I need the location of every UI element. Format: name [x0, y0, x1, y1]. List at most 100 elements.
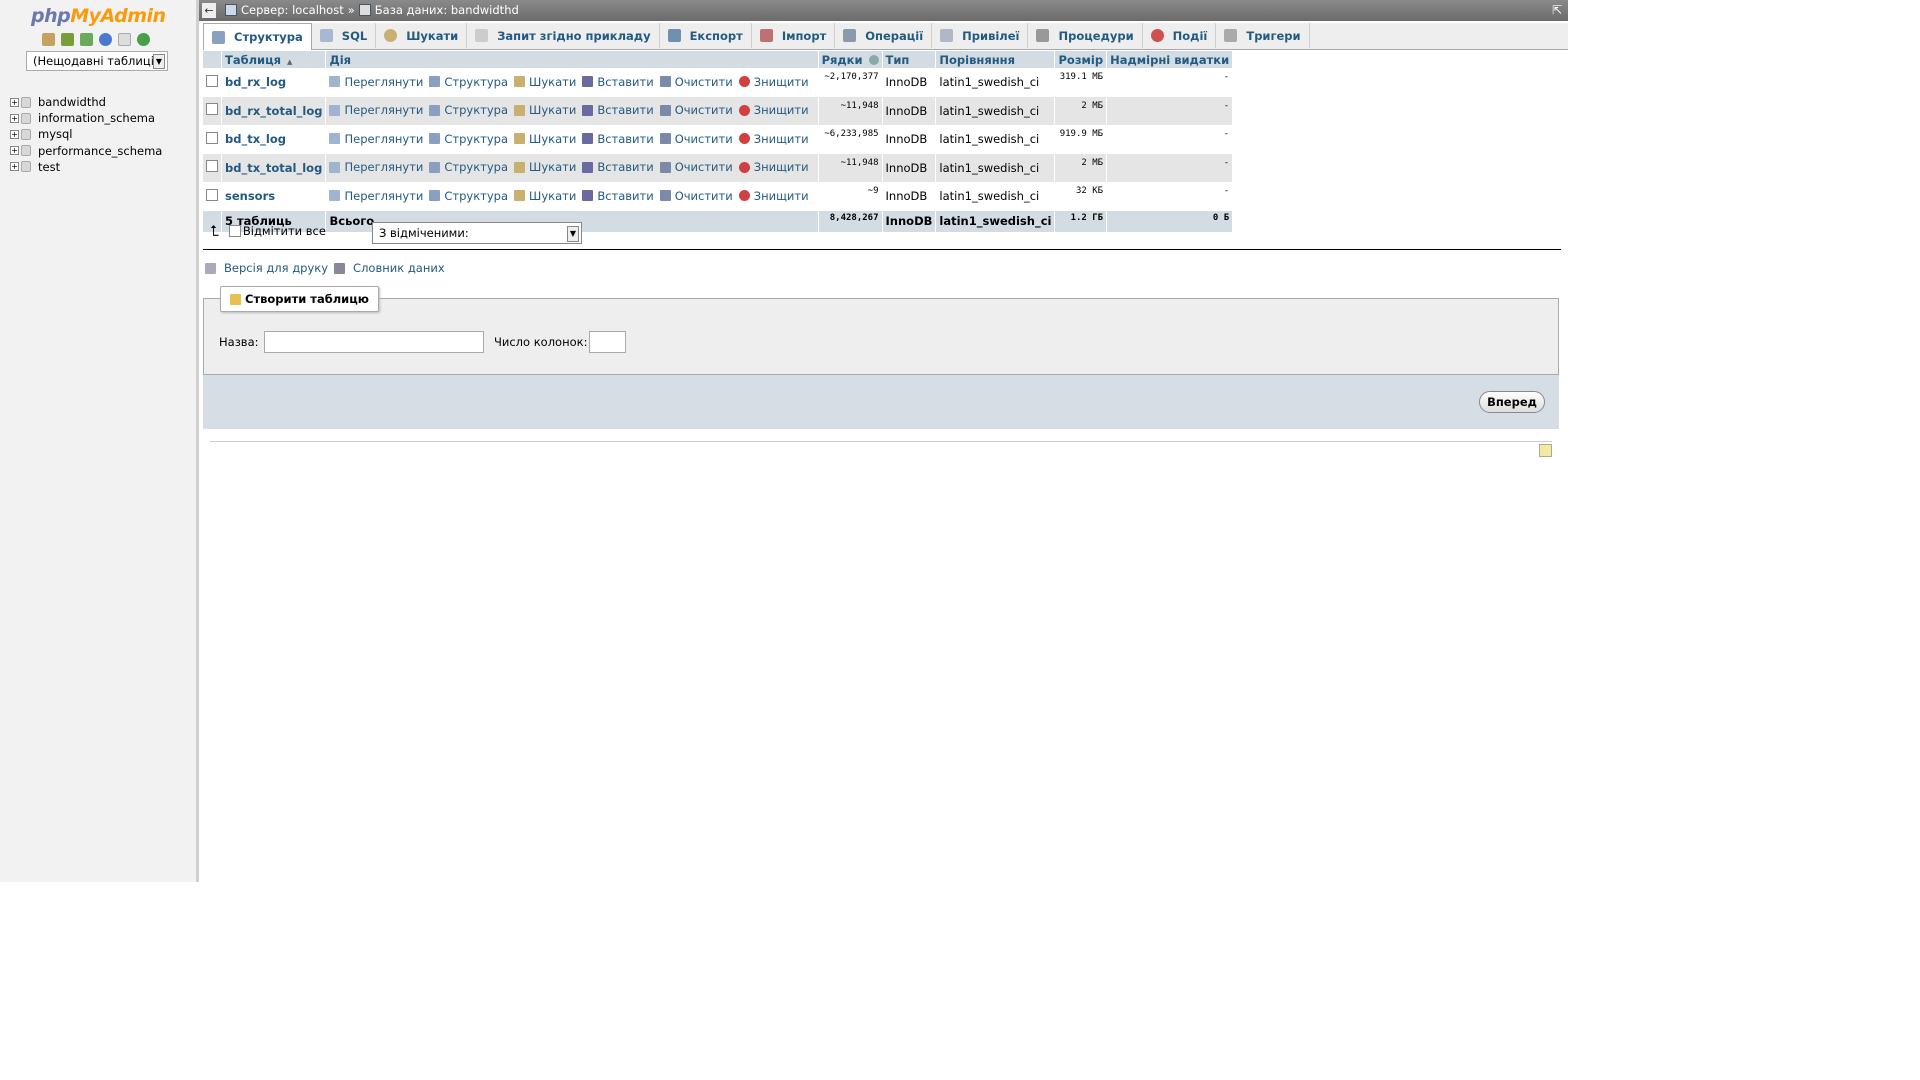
row-checkbox[interactable] — [206, 74, 218, 87]
db-name[interactable]: mysql — [38, 127, 73, 141]
actions-cell: Переглянути Структура Шукати Вставити Очисти… — [325, 96, 819, 125]
data-dictionary-link[interactable]: Словник даних — [353, 261, 445, 275]
empty-link[interactable]: Очистити — [659, 160, 733, 174]
db-item-performance-schema[interactable]: + performance_schema — [10, 143, 162, 159]
search-link[interactable]: Шукати — [514, 103, 576, 117]
tab-triggers[interactable]: Тригери — [1216, 23, 1310, 48]
header-collation[interactable]: Порівняння — [935, 51, 1056, 68]
browse-link[interactable]: Переглянути — [329, 132, 423, 146]
go-button[interactable]: Вперед — [1479, 391, 1545, 413]
db-name[interactable]: test — [38, 160, 60, 174]
num-columns-input[interactable] — [589, 331, 626, 353]
tab-routines[interactable]: Процедури — [1028, 23, 1143, 48]
tab-events[interactable]: Події — [1143, 23, 1217, 48]
expand-icon[interactable]: + — [10, 113, 19, 123]
drop-link[interactable]: Знищити — [738, 103, 809, 117]
db-name[interactable]: bandwidthd — [38, 95, 106, 109]
with-selected-select[interactable]: З відміченими: ▼ — [372, 222, 582, 244]
structure-link[interactable]: Структура — [429, 189, 508, 203]
search-link[interactable]: Шукати — [514, 132, 576, 146]
table-name-link[interactable]: bd_tx_total_log — [225, 161, 322, 175]
table-row: bd_rx_total_log Переглянути Структура Шукат… — [203, 96, 1234, 125]
action-label: Шукати — [529, 131, 577, 146]
insert-link[interactable]: Вставити — [582, 160, 654, 174]
tab-query[interactable]: Запит згідно прикладу — [467, 23, 660, 48]
insert-link[interactable]: Вставити — [582, 189, 654, 203]
phpmyadmin-logo[interactable]: phpMyAdmin — [31, 5, 166, 27]
print-view-link[interactable]: Версія для друку — [224, 261, 328, 275]
table-name-link[interactable]: bd_rx_log — [225, 75, 286, 89]
tab-structure[interactable]: Структура — [203, 23, 312, 50]
insert-link[interactable]: Вставити — [582, 75, 654, 89]
structure-link[interactable]: Структура — [429, 160, 508, 174]
insert-link[interactable]: Вставити — [582, 132, 654, 146]
row-checkbox[interactable] — [206, 160, 218, 173]
search-link[interactable]: Шукати — [514, 189, 576, 203]
action-label: Знищити — [753, 131, 809, 146]
row-checkbox[interactable] — [206, 188, 218, 201]
expand-icon[interactable]: + — [10, 129, 19, 139]
expand-icon[interactable]: + — [10, 162, 19, 172]
expand-icon[interactable]: + — [10, 97, 19, 107]
check-all-label[interactable]: Відмітити все — [243, 224, 326, 238]
row-checkbox[interactable] — [206, 131, 218, 144]
drop-link[interactable]: Знищити — [738, 160, 809, 174]
search-link[interactable]: Шукати — [514, 160, 576, 174]
nav-resizer[interactable] — [196, 0, 199, 882]
row-checkbox[interactable] — [206, 103, 218, 116]
action-label: Шукати — [529, 103, 577, 117]
db-name[interactable]: performance_schema — [38, 144, 162, 158]
table-name-link[interactable]: bd_rx_total_log — [225, 104, 322, 118]
db-item-information-schema[interactable]: + information_schema — [10, 110, 162, 126]
db-name[interactable]: information_schema — [38, 111, 155, 125]
structure-link[interactable]: Структура — [429, 103, 508, 117]
breadcrumb-database[interactable]: База даних: bandwidthd — [375, 3, 519, 17]
recent-tables-select[interactable]: (Нещодавні таблиці) ▼ — [26, 51, 168, 71]
db-item-test[interactable]: + test — [10, 159, 162, 175]
empty-link[interactable]: Очистити — [659, 75, 733, 89]
insert-link[interactable]: Вставити — [582, 103, 654, 117]
console-icon[interactable] — [1539, 444, 1552, 457]
collapse-icon[interactable]: ⇱ — [1552, 3, 1562, 17]
header-size[interactable]: Розмір — [1054, 51, 1108, 68]
browse-link[interactable]: Переглянути — [329, 189, 423, 203]
empty-link[interactable]: Очистити — [659, 132, 733, 146]
tab-sql[interactable]: SQL — [312, 23, 377, 48]
browse-link[interactable]: Переглянути — [329, 75, 423, 89]
search-link[interactable]: Шукати — [514, 75, 576, 89]
empty-link[interactable]: Очистити — [659, 103, 733, 117]
breadcrumb-server[interactable]: Сервер: localhost — [241, 3, 344, 17]
help-icon[interactable] — [868, 55, 879, 65]
docs-icon[interactable] — [118, 33, 131, 46]
help-icon[interactable] — [99, 33, 112, 46]
header-overhead[interactable]: Надмірні видатки — [1106, 51, 1234, 68]
db-item-bandwidthd[interactable]: + bandwidthd — [10, 94, 162, 110]
home-icon[interactable] — [42, 33, 55, 46]
expand-icon[interactable]: + — [10, 146, 19, 156]
drop-link[interactable]: Знищити — [738, 75, 809, 89]
table-name-input[interactable] — [264, 331, 484, 353]
check-all-checkbox[interactable] — [228, 225, 241, 237]
tab-operations[interactable]: Операції — [835, 23, 933, 48]
browse-link[interactable]: Переглянути — [329, 103, 423, 117]
drop-link[interactable]: Знищити — [738, 131, 809, 146]
header-rows[interactable]: Рядки — [818, 51, 883, 68]
browse-link[interactable]: Переглянути — [329, 160, 423, 174]
db-item-mysql[interactable]: + mysql — [10, 126, 162, 142]
structure-link[interactable]: Структура — [429, 75, 508, 89]
tab-export[interactable]: Експорт — [660, 23, 752, 48]
drop-link[interactable]: Знищити — [738, 189, 809, 203]
header-table[interactable]: Таблиця ▲ — [221, 51, 327, 68]
tab-search[interactable]: Шукати — [376, 23, 468, 48]
query-window-icon[interactable] — [80, 33, 93, 46]
collapse-nav-icon[interactable]: ← — [202, 3, 216, 18]
tab-import[interactable]: Імпорт — [752, 23, 836, 48]
empty-link[interactable]: Очистити — [659, 189, 733, 203]
structure-link[interactable]: Структура — [429, 132, 508, 146]
table-name-link[interactable]: sensors — [225, 189, 275, 203]
reload-icon[interactable] — [137, 33, 150, 46]
table-name-link[interactable]: bd_tx_log — [225, 132, 286, 146]
tab-privileges[interactable]: Привілеї — [932, 23, 1029, 48]
header-type[interactable]: Тип — [882, 51, 937, 68]
logout-icon[interactable] — [61, 33, 74, 46]
